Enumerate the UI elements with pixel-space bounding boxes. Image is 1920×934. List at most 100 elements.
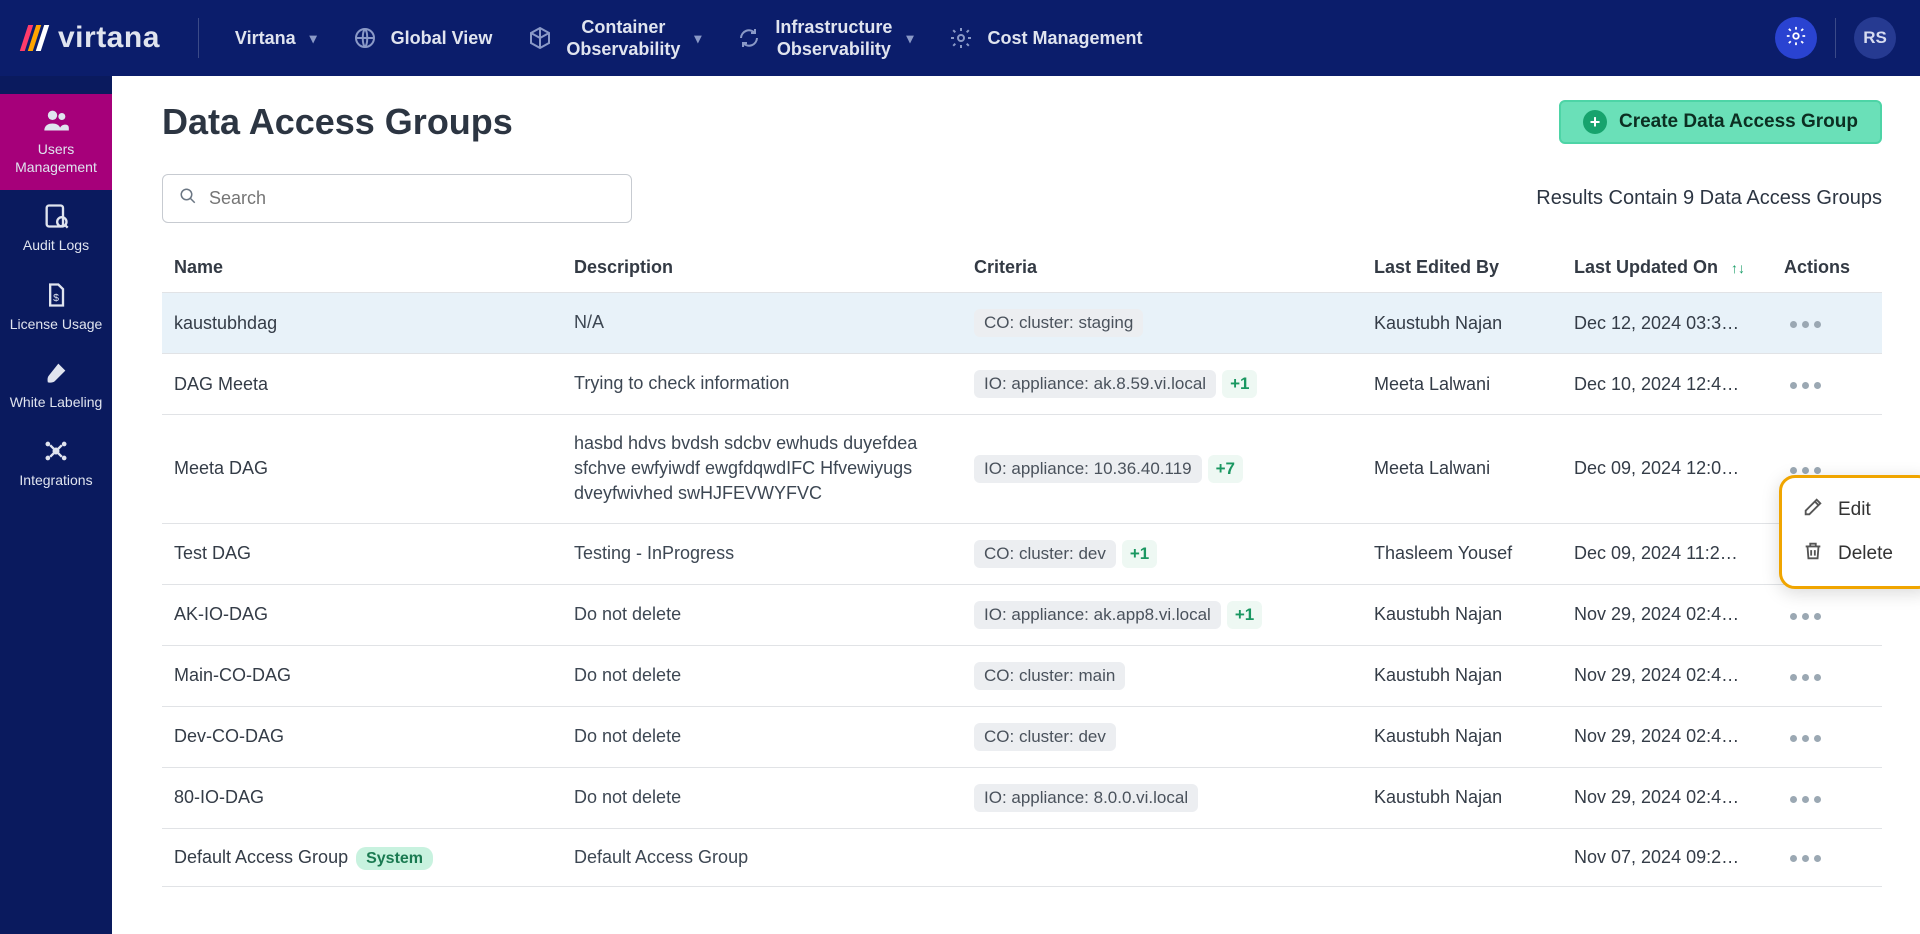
cell-edited-by: Kaustubh Najan (1362, 645, 1562, 706)
svg-text:$: $ (53, 291, 59, 303)
nav-label-line1: Infrastructure (775, 16, 892, 39)
gear-small-icon (949, 26, 973, 50)
col-criteria[interactable]: Criteria (962, 247, 1362, 293)
cell-name: DAG Meeta (162, 354, 562, 415)
cell-edited-by: Kaustubh Najan (1362, 584, 1562, 645)
row-actions-button[interactable] (1784, 790, 1827, 809)
cell-actions (1772, 767, 1882, 828)
brand-name: virtana (58, 21, 160, 55)
cell-edited-by: Kaustubh Najan (1362, 767, 1562, 828)
cell-name: Test DAG (162, 523, 562, 584)
nav-container-observability[interactable]: Container Observability ▾ (510, 16, 719, 61)
cell-name: Meeta DAG (162, 415, 562, 524)
dropdown-delete[interactable]: Delete (1790, 532, 1920, 576)
sidebar-item-users-management[interactable]: UsersManagement (0, 94, 112, 190)
settings-button[interactable] (1775, 17, 1817, 59)
cell-criteria: IO: appliance: 10.36.40.119+7 (962, 415, 1362, 524)
row-actions-button[interactable] (1784, 607, 1827, 626)
col-name[interactable]: Name (162, 247, 562, 293)
cell-description: hasbd hdvs bvdsh sdcbv ewhuds duyefdea s… (562, 415, 962, 524)
sidebar-item-audit-logs[interactable]: Audit Logs (0, 190, 112, 268)
cell-criteria (962, 828, 1362, 886)
criteria-chip: CO: cluster: dev (974, 540, 1116, 568)
table-row[interactable]: DAG MeetaTrying to check informationIO: … (162, 354, 1882, 415)
cell-actions (1772, 354, 1882, 415)
system-badge: System (356, 847, 433, 870)
nav-cost-management[interactable]: Cost Management (931, 26, 1160, 50)
cell-updated: Nov 29, 2024 02:4… (1562, 645, 1772, 706)
org-name: Virtana (235, 28, 296, 49)
table-row[interactable]: Test DAGTesting - InProgressCO: cluster:… (162, 523, 1882, 584)
table-row[interactable]: kaustubhdagN/ACO: cluster: stagingKaustu… (162, 293, 1882, 354)
table-header-row: Name Description Criteria Last Edited By… (162, 247, 1882, 293)
gear-icon (1785, 25, 1807, 52)
search-box[interactable] (162, 174, 632, 223)
criteria-chip: IO: appliance: 10.36.40.119 (974, 455, 1202, 483)
table-row[interactable]: Main-CO-DAGDo not deleteCO: cluster: mai… (162, 645, 1882, 706)
table-row[interactable]: Default Access GroupSystemDefault Access… (162, 828, 1882, 886)
cell-actions (1772, 645, 1882, 706)
audit-icon (42, 202, 70, 230)
col-last-edited-by[interactable]: Last Edited By (1362, 247, 1562, 293)
sidebar-item-white-labeling[interactable]: White Labeling (0, 347, 112, 425)
cell-edited-by: Meeta Lalwani (1362, 354, 1562, 415)
results-count: Results Contain 9 Data Access Groups (1536, 187, 1882, 210)
cell-updated: Dec 10, 2024 12:4… (1562, 354, 1772, 415)
separator (1835, 18, 1836, 58)
create-data-access-group-button[interactable]: + Create Data Access Group (1559, 100, 1882, 144)
criteria-more-badge: +1 (1122, 540, 1157, 568)
col-description[interactable]: Description (562, 247, 962, 293)
cell-actions (1772, 706, 1882, 767)
sidebar-item-license-usage[interactable]: $ License Usage (0, 269, 112, 347)
top-navbar: virtana Virtana ▾ Global View Container … (0, 0, 1920, 76)
nav-infrastructure-observability[interactable]: Infrastructure Observability ▾ (719, 16, 931, 61)
data-access-groups-table: Name Description Criteria Last Edited By… (162, 247, 1882, 887)
table-row[interactable]: 80-IO-DAGDo not deleteIO: appliance: 8.0… (162, 767, 1882, 828)
criteria-chip: IO: appliance: ak.8.59.vi.local (974, 370, 1216, 398)
cell-actions (1772, 293, 1882, 354)
brand-logo[interactable]: virtana (24, 21, 160, 55)
table-row[interactable]: Meeta DAGhasbd hdvs bvdsh sdcbv ewhuds d… (162, 415, 1882, 524)
cell-name: 80-IO-DAG (162, 767, 562, 828)
cell-criteria: CO: cluster: dev (962, 706, 1362, 767)
row-actions-button[interactable] (1784, 668, 1827, 687)
main-content: Data Access Groups + Create Data Access … (112, 76, 1920, 934)
nav-label-line1: Container (581, 16, 665, 39)
chevron-down-icon: ▾ (310, 30, 317, 47)
cube-icon (528, 26, 552, 50)
users-icon (42, 106, 70, 134)
criteria-more-badge: +1 (1227, 601, 1262, 629)
col-last-updated[interactable]: Last Updated On ↑↓ (1562, 247, 1772, 293)
row-actions-button[interactable] (1784, 729, 1827, 748)
globe-icon (353, 26, 377, 50)
cell-name: AK-IO-DAG (162, 584, 562, 645)
cell-criteria: IO: appliance: 8.0.0.vi.local (962, 767, 1362, 828)
user-avatar[interactable]: RS (1854, 17, 1896, 59)
row-actions-button[interactable] (1784, 849, 1827, 868)
cell-updated: Nov 29, 2024 02:4… (1562, 584, 1772, 645)
col-actions: Actions (1772, 247, 1882, 293)
table-row[interactable]: AK-IO-DAGDo not deleteIO: appliance: ak.… (162, 584, 1882, 645)
cell-updated: Dec 12, 2024 03:3… (1562, 293, 1772, 354)
search-input[interactable] (207, 187, 615, 210)
table-row[interactable]: Dev-CO-DAGDo not deleteCO: cluster: devK… (162, 706, 1882, 767)
criteria-more-badge: +1 (1222, 370, 1257, 398)
row-actions-button[interactable] (1784, 315, 1827, 334)
dropdown-edit[interactable]: Edit (1790, 488, 1920, 532)
cell-description: Default Access Group (562, 828, 962, 886)
cell-criteria: CO: cluster: staging (962, 293, 1362, 354)
cell-description: Testing - InProgress (562, 523, 962, 584)
logo-stripes-icon (24, 25, 48, 51)
cell-edited-by (1362, 828, 1562, 886)
sidebar-item-integrations[interactable]: Integrations (0, 425, 112, 503)
sort-desc-icon: ↑↓ (1731, 260, 1745, 276)
cell-updated: Dec 09, 2024 11:2… (1562, 523, 1772, 584)
cell-description: Do not delete (562, 645, 962, 706)
criteria-chip: CO: cluster: dev (974, 723, 1116, 751)
org-selector[interactable]: Virtana ▾ (217, 28, 335, 49)
cell-actions (1772, 828, 1882, 886)
cell-criteria: IO: appliance: ak.8.59.vi.local+1 (962, 354, 1362, 415)
cell-criteria: CO: cluster: dev+1 (962, 523, 1362, 584)
row-actions-button[interactable] (1784, 376, 1827, 395)
nav-global-view[interactable]: Global View (335, 26, 511, 50)
